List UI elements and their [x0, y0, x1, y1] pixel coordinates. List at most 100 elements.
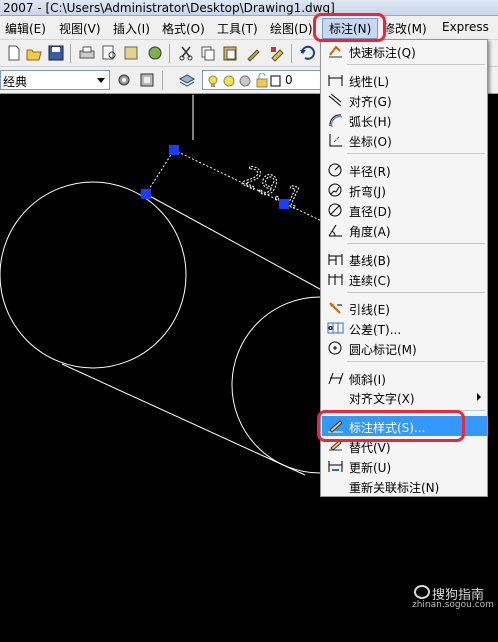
workspace-settings-icon[interactable] — [115, 71, 133, 89]
menu-item-angular[interactable]: 角度(A) — [322, 220, 487, 240]
grip-handle[interactable] — [279, 199, 289, 209]
menu-view[interactable]: 视图(V) — [59, 20, 101, 37]
paste-icon[interactable] — [221, 44, 239, 62]
menu-item-oblique[interactable]: 倾斜(I) — [322, 368, 487, 388]
menu-item-label: 弧长(H) — [349, 115, 392, 129]
menu-item-baseline[interactable]: 基线(B) — [322, 249, 487, 269]
menu-item-align-text[interactable]: 对齐文字(X) — [322, 387, 487, 407]
publish-icon[interactable] — [122, 44, 140, 62]
copy-icon[interactable] — [199, 44, 217, 62]
workspace-select[interactable]: 经典 — [0, 70, 110, 90]
jogged-icon — [328, 183, 342, 197]
print-preview-icon[interactable] — [100, 44, 118, 62]
menu-item-label: 角度(A) — [349, 225, 391, 239]
grip-handle[interactable] — [141, 189, 151, 199]
menu-item-label: 快速标注(Q) — [349, 46, 416, 60]
menu-separator — [347, 361, 485, 362]
chevron-down-icon — [97, 78, 105, 83]
menu-item-continue[interactable]: 连续(C) — [322, 269, 487, 289]
menu-format[interactable]: 格式(O) — [162, 20, 205, 37]
baseline-icon — [328, 254, 343, 265]
dimension-text[interactable]: 29.1 — [237, 159, 308, 216]
menu-item-label: 倾斜(I) — [349, 373, 386, 387]
menu-item-label: 基线(B) — [349, 254, 391, 268]
menu-item-label: 引线(E) — [349, 303, 390, 317]
angular-icon — [328, 224, 342, 237]
radius-icon — [328, 163, 342, 177]
workspace-value: 经典 — [3, 75, 28, 89]
toolbar-separator — [162, 71, 163, 90]
menu-item-label: 线性(L) — [349, 75, 390, 89]
layer-value: 0 — [285, 73, 293, 87]
ordinate-icon — [329, 134, 342, 147]
menu-item-tolerance[interactable]: 公差(T)... — [322, 318, 487, 338]
tangent-line-bottom[interactable] — [61, 363, 306, 476]
menu-item-label: 连续(C) — [349, 274, 391, 288]
layer-select[interactable]: 0 — [202, 70, 322, 90]
menu-item-arc-length[interactable]: 弧长(H) — [322, 110, 487, 130]
grip-handle[interactable] — [169, 145, 179, 155]
title-bar: 2007 - [C:\Users\Administrator\Desktop\D… — [0, 0, 498, 16]
toolbar-separator — [70, 44, 71, 63]
menu-item-label: 重新关联标注(N) — [349, 481, 440, 495]
menu-item-aligned[interactable]: 对齐(G) — [322, 90, 487, 110]
menu-insert[interactable]: 插入(I) — [113, 20, 150, 37]
menu-draw[interactable]: 绘图(D) — [270, 20, 313, 37]
arc-length-icon — [329, 114, 343, 128]
menu-edit[interactable]: 编辑(E) — [5, 20, 46, 37]
menu-separator — [347, 64, 485, 65]
menu-item-update[interactable]: 更新(U) — [322, 456, 487, 476]
menu-item-label: 更新(U) — [349, 461, 392, 475]
highlight-dimension-style — [317, 410, 465, 442]
continue-icon — [328, 274, 343, 285]
cut-icon[interactable] — [177, 44, 195, 62]
menu-item-ordinate[interactable]: 坐标(O) — [322, 130, 487, 150]
submenu-arrow-icon — [477, 393, 481, 401]
menu-item-label: 折弯(J) — [349, 185, 386, 199]
menu-item-leader[interactable]: 引线(E) — [322, 298, 487, 318]
diameter-icon — [328, 203, 342, 217]
menu-express[interactable]: Express — [442, 20, 489, 34]
menu-item-quick-dimension[interactable]: 快速标注(Q) — [322, 41, 487, 61]
toolbar-separator — [169, 44, 170, 63]
menu-tools[interactable]: 工具(T) — [217, 20, 258, 37]
leader-icon — [329, 302, 342, 314]
menu-separator — [347, 292, 485, 293]
layer-manager-icon[interactable] — [178, 71, 196, 89]
menu-item-jogged[interactable]: 折弯(J) — [322, 180, 487, 200]
highlight-dimension-menu — [313, 13, 386, 42]
menu-item-linear[interactable]: 线性(L) — [322, 70, 487, 90]
menu-modify[interactable]: 修改(M) — [383, 20, 427, 37]
menu-item-radius[interactable]: 半径(R) — [322, 160, 487, 180]
open-file-icon[interactable] — [25, 44, 43, 62]
match-properties-icon[interactable] — [245, 44, 263, 62]
menu-item-label: 半径(R) — [349, 165, 391, 179]
sogou-logo-icon — [414, 585, 430, 599]
menu-item-label: 公差(T)... — [349, 323, 402, 337]
workspace-save-icon[interactable] — [138, 71, 156, 89]
linear-dimension-icon — [328, 75, 343, 86]
update-icon — [328, 461, 343, 472]
menu-bar: 编辑(E) 视图(V) 插入(I) 格式(O) 工具(T) 绘图(D) 标注(N… — [0, 16, 498, 40]
left-circle[interactable] — [0, 181, 187, 369]
menu-item-diameter[interactable]: 直径(D) — [322, 200, 487, 220]
oblique-icon — [328, 372, 344, 385]
block-editor-icon[interactable] — [268, 44, 286, 62]
watermark-url: zhinan.sogou.com — [412, 600, 494, 610]
save-icon[interactable] — [47, 44, 65, 62]
menu-item-center-mark[interactable]: 圆心标记(M) — [322, 338, 487, 358]
tangent-line-top[interactable] — [145, 193, 341, 301]
menu-item-label: 坐标(O) — [349, 135, 392, 149]
menu-item-label: 对齐文字(X) — [349, 392, 415, 406]
menu-item-label: 对齐(G) — [349, 95, 392, 109]
menu-item-label: 直径(D) — [349, 205, 392, 219]
menu-item-reassociate[interactable]: 重新关联标注(N) — [322, 476, 487, 496]
menu-separator — [347, 243, 485, 244]
aligned-dimension-icon — [328, 93, 342, 107]
undo-icon[interactable] — [298, 44, 316, 62]
print-icon[interactable] — [78, 44, 96, 62]
new-file-icon[interactable] — [5, 44, 23, 62]
dimension-dashed-line — [145, 149, 175, 195]
watermark: 搜狗指南 zhinan.sogou.com — [412, 582, 494, 612]
globe-icon[interactable] — [146, 44, 164, 62]
